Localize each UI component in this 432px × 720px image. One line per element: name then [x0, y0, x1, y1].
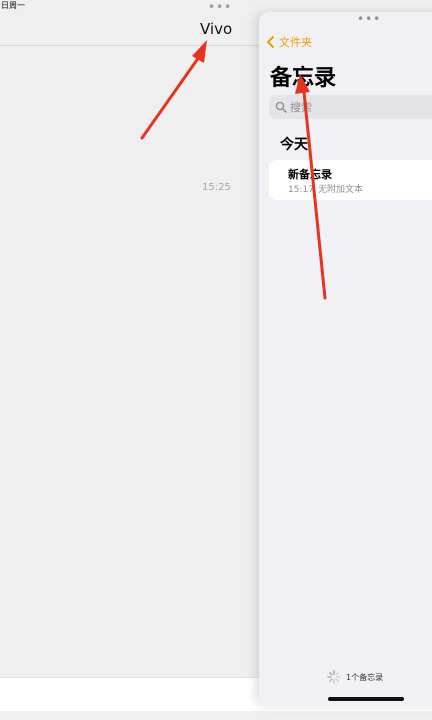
conversation-title: Vivo	[200, 20, 233, 38]
section-header-today: 今天	[280, 137, 308, 153]
message-timestamp: 15:25	[202, 182, 231, 193]
back-to-folders-button[interactable]: 文件夹	[265, 34, 312, 50]
home-indicator[interactable]	[328, 697, 404, 701]
note-count: 1个备忘录	[346, 672, 384, 682]
note-subtitle: 15:17 无附加文本	[288, 182, 363, 195]
loading-spinner-icon	[327, 670, 341, 684]
search-icon	[275, 101, 287, 113]
chevron-left-icon	[267, 36, 274, 48]
list-item[interactable]: 新备忘录 15:17 无附加文本	[269, 160, 432, 200]
multitask-dots-icon[interactable]: •••	[208, 0, 232, 14]
note-title: 新备忘录	[288, 168, 332, 181]
back-label: 文件夹	[279, 36, 312, 49]
messages-pane: 日周一 ••• Vivo 15:25	[0, 0, 260, 720]
notes-slide-over: ••• 文件夹 备忘录 搜索 今天 新备忘录 15:17 无附加文本 1个备忘录	[259, 12, 432, 706]
search-input[interactable]: 搜索	[269, 95, 432, 119]
status-date: 日周一	[1, 1, 25, 10]
panel-grabber-dots-icon[interactable]: •••	[357, 12, 381, 26]
note-preview: 无附加文本	[317, 185, 363, 195]
note-count-footer: 1个备忘录	[327, 670, 383, 684]
page-title: 备忘录	[270, 66, 337, 91]
note-time: 15:17	[288, 185, 314, 195]
search-placeholder: 搜索	[290, 101, 312, 114]
header-divider	[0, 45, 260, 46]
